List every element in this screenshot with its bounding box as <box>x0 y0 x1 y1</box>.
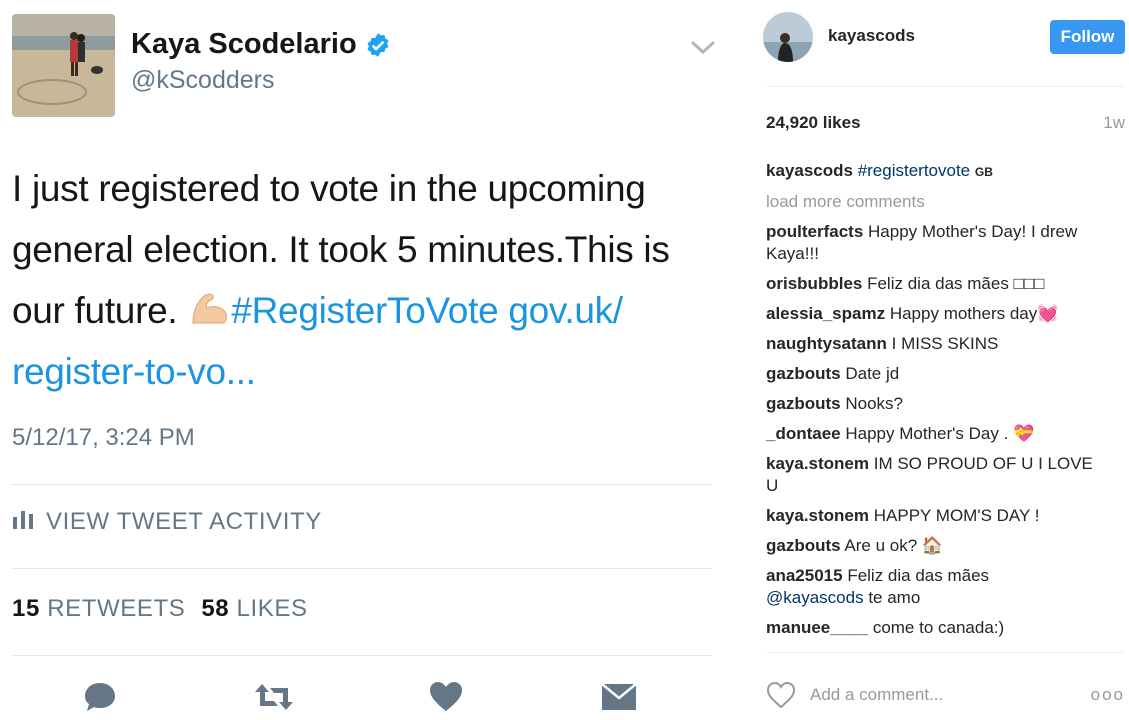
caption-hashtag[interactable]: #registertovote <box>858 161 970 180</box>
ig-avatar[interactable] <box>763 12 813 62</box>
flexed-biceps-icon <box>187 286 231 326</box>
view-tweet-activity-button[interactable]: VIEW TWEET ACTIVITY <box>12 508 322 536</box>
retweets-label: RETWEETS <box>47 595 186 622</box>
comment-row: kaya.stonem HAPPY MOM'S DAY ! <box>766 505 1106 527</box>
retweets-count: 15 <box>12 595 40 622</box>
comment-user[interactable]: alessia_spamz <box>766 304 885 323</box>
heart-outline-icon[interactable] <box>766 681 796 709</box>
comment-user[interactable]: kaya.stonem <box>766 454 869 473</box>
comment-row: orisbubbles Feliz dia das mães □□□ <box>766 273 1106 295</box>
comment-row: _dontaee Happy Mother's Day . 💝 <box>766 423 1106 445</box>
instagram-post-panel: kayascods Follow 24,920 likes 1w kayasco… <box>740 0 1129 720</box>
tweet-card: Kaya Scodelario @kScodders I just regist… <box>0 0 740 720</box>
comment-user[interactable]: gazbouts <box>766 536 841 555</box>
comment-row: gazbouts Nooks? <box>766 393 1106 415</box>
comment-user[interactable]: _dontaee <box>766 424 841 443</box>
reply-icon[interactable] <box>82 680 118 714</box>
caption-user[interactable]: kayascods <box>766 161 853 180</box>
comment-user[interactable]: manuee____ <box>766 618 868 637</box>
comment-text: Feliz dia das mães <box>847 566 990 585</box>
chevron-down-icon[interactable] <box>690 38 716 58</box>
ig-username[interactable]: kayascods <box>828 26 915 46</box>
like-heart-icon[interactable] <box>428 680 464 714</box>
author-avatar[interactable] <box>12 14 115 117</box>
divider <box>12 484 712 485</box>
likes-stat[interactable]: 58 LIKES <box>201 595 307 623</box>
comment-mention[interactable]: @kayascods <box>766 588 864 607</box>
retweets-stat[interactable]: 15 RETWEETS <box>12 595 185 623</box>
author-name-text[interactable]: Kaya Scodelario <box>131 28 357 61</box>
direct-message-icon[interactable] <box>600 680 637 714</box>
add-comment-bar: Add a comment... ooo <box>766 680 1125 710</box>
view-activity-label: VIEW TWEET ACTIVITY <box>46 508 322 535</box>
comment-text: Nooks? <box>845 394 903 413</box>
comment-text-after: te amo <box>868 588 921 607</box>
divider <box>766 652 1125 653</box>
comment-row: kaya.stonem IM SO PROUD OF U I LOVE U <box>766 453 1106 497</box>
comment-user[interactable]: gazbouts <box>766 394 841 413</box>
comment-text: Happy Mother's Day . 💝 <box>845 424 1035 443</box>
divider <box>766 86 1125 87</box>
comment-text: Date jd <box>845 364 900 383</box>
post-age[interactable]: 1w <box>1103 113 1125 133</box>
comments-list: kayascods #registertovote GB load more c… <box>766 160 1106 647</box>
comment-row: gazbouts Are u ok? 🏠 <box>766 535 1106 557</box>
comment-text: come to canada:) <box>872 618 1005 637</box>
comment-row: manuee____ come to canada:) <box>766 617 1106 639</box>
comment-row: alessia_spamz Happy mothers day💓 <box>766 303 1106 325</box>
comment-text: I MISS SKINS <box>891 334 999 353</box>
comment-text: Are u ok? 🏠 <box>844 536 944 555</box>
more-options-icon[interactable]: ooo <box>1091 685 1125 705</box>
comment-text: Happy mothers day💓 <box>889 304 1059 323</box>
bar-chart-icon <box>12 508 34 536</box>
comment-row: ana25015 Feliz dia das mães @kayascods te… <box>766 565 1106 609</box>
comment-row: poulterfacts Happy Mother's Day! I drew … <box>766 221 1106 265</box>
comment-row: naughtysatann I MISS SKINS <box>766 333 1106 355</box>
likes-count[interactable]: 24,920 likes <box>766 113 861 133</box>
author-name[interactable]: Kaya Scodelario <box>131 28 391 61</box>
verified-badge-icon <box>365 32 391 58</box>
tweet-text: I just registered to vote in the upcomin… <box>12 158 722 402</box>
divider <box>12 568 712 569</box>
hashtag-link[interactable]: #RegisterToVote <box>231 290 498 331</box>
comment-user[interactable]: orisbubbles <box>766 274 862 293</box>
comment-user[interactable]: ana25015 <box>766 566 843 585</box>
follow-button[interactable]: Follow <box>1050 20 1125 54</box>
caption: kayascods #registertovote GB <box>766 160 1106 183</box>
comment-user[interactable]: gazbouts <box>766 364 841 383</box>
author-handle[interactable]: @kScodders <box>131 66 275 95</box>
comment-user[interactable]: naughtysatann <box>766 334 887 353</box>
comment-user[interactable]: poulterfacts <box>766 222 863 241</box>
add-comment-input[interactable]: Add a comment... <box>810 685 1091 705</box>
tweet-stats: 15 RETWEETS 58 LIKES <box>12 595 308 623</box>
tweet-timestamp[interactable]: 5/12/17, 3:24 PM <box>12 424 195 452</box>
comment-user[interactable]: kaya.stonem <box>766 506 869 525</box>
divider <box>12 655 712 656</box>
comment-row: gazbouts Date jd <box>766 363 1106 385</box>
gb-flag: GB <box>974 165 993 179</box>
likes-count: 58 <box>201 595 230 622</box>
comment-text: HAPPY MOM'S DAY ! <box>873 506 1040 525</box>
load-more-comments[interactable]: load more comments <box>766 191 1106 213</box>
retweet-icon[interactable] <box>252 680 293 714</box>
likes-label: LIKES <box>236 595 308 622</box>
comment-text: Feliz dia das mães □□□ <box>867 274 1045 293</box>
